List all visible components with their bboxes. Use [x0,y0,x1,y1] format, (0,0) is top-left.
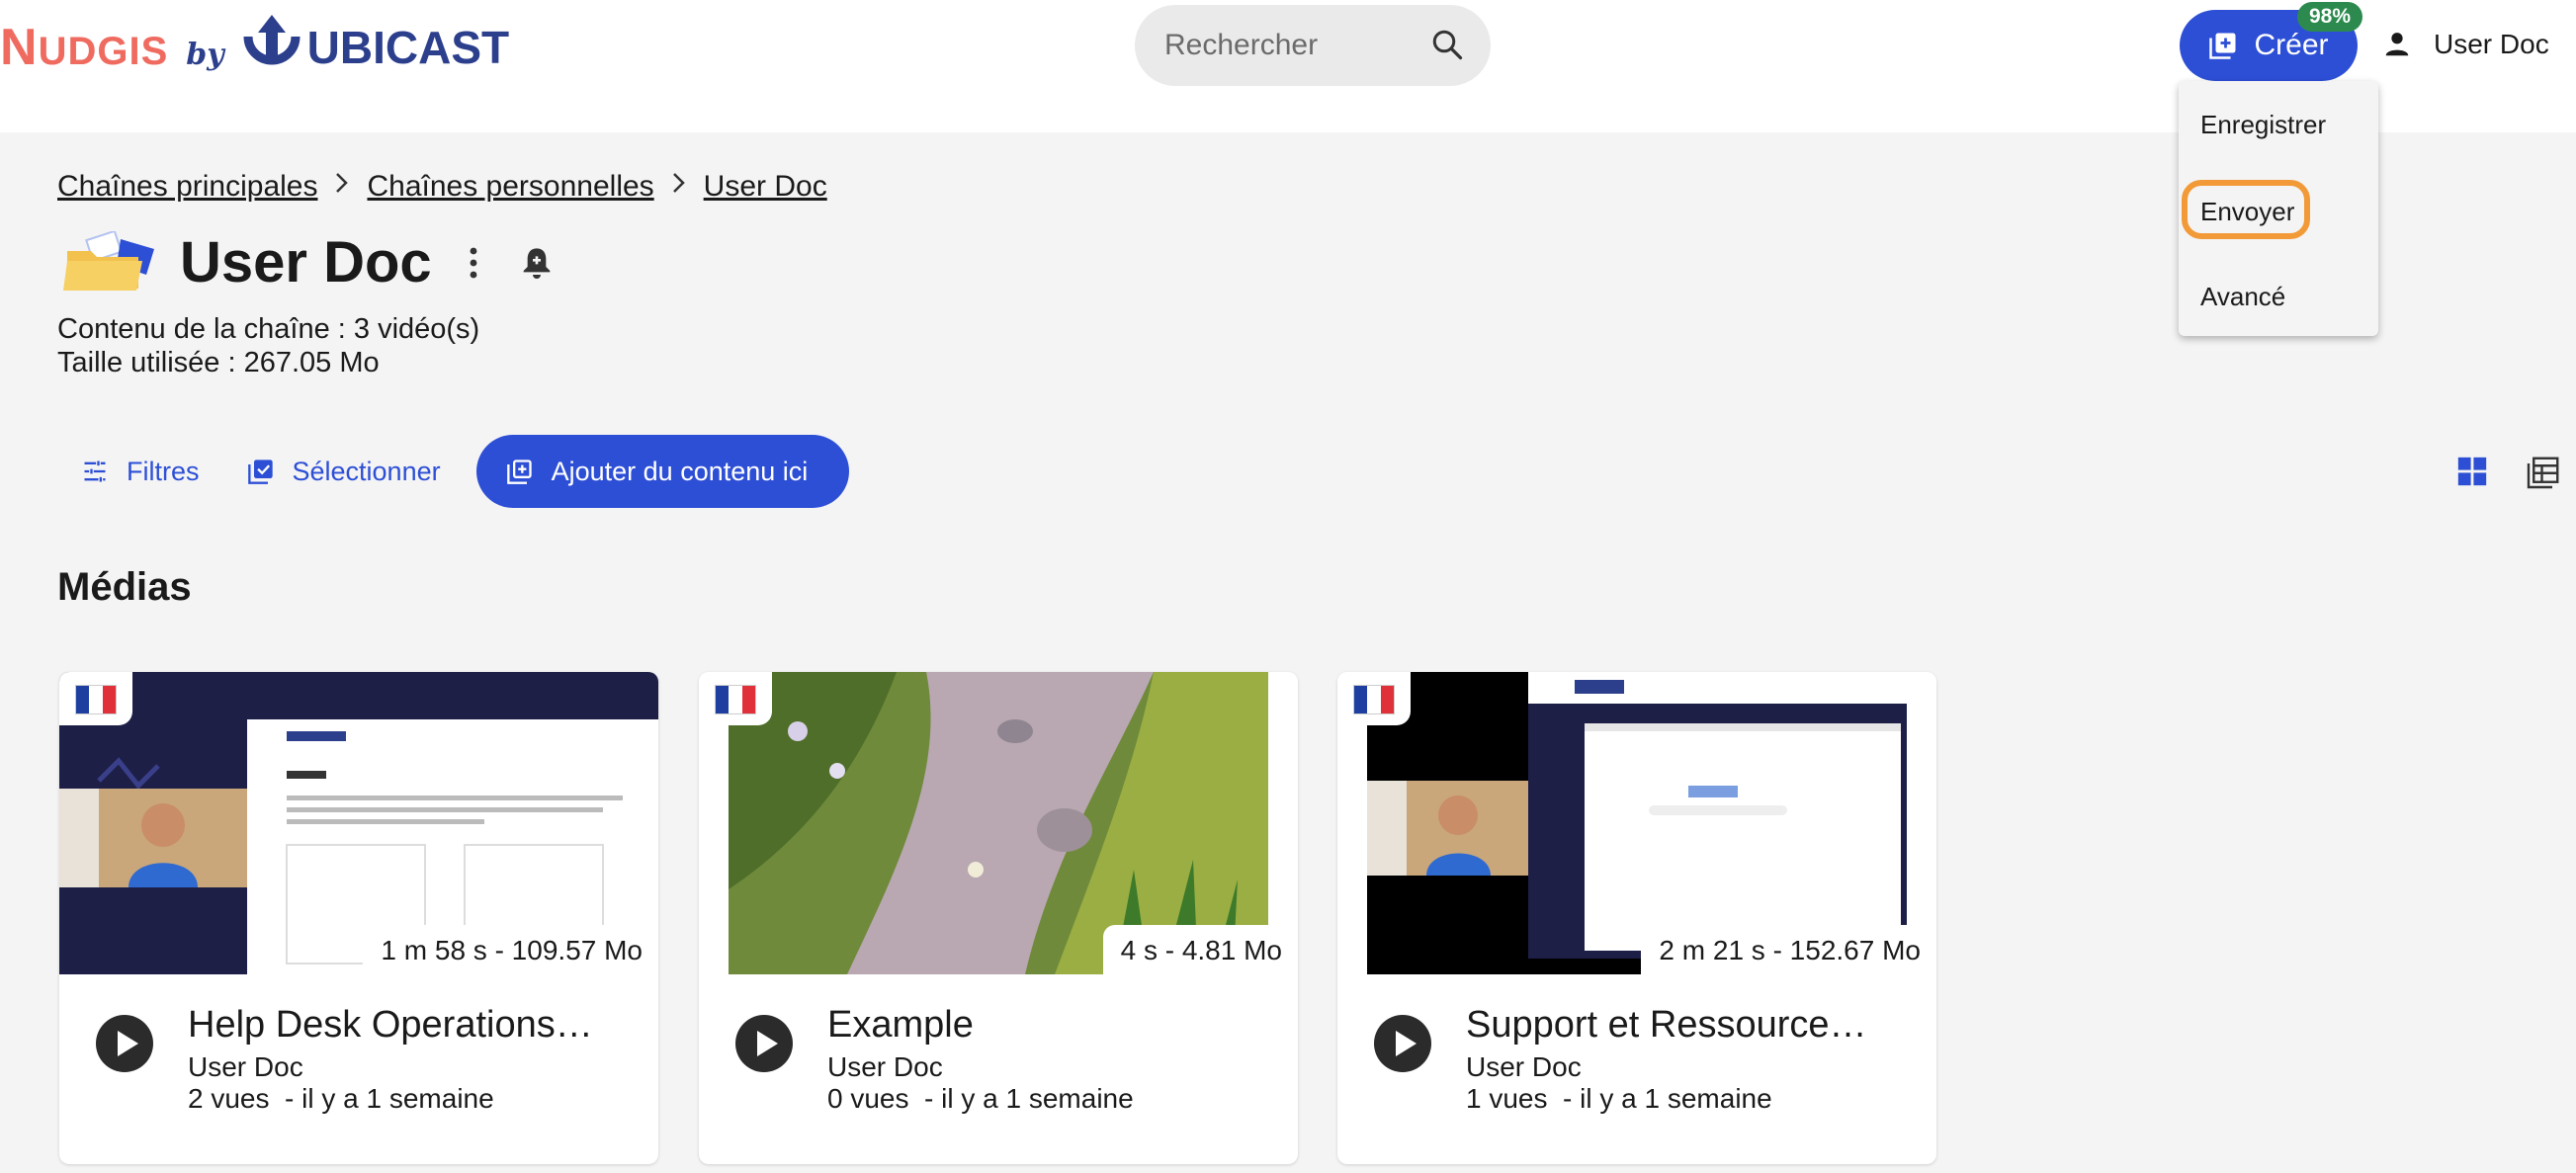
media-author: User Doc [1466,1051,1582,1082]
channel-info: Contenu de la chaîne : 3 vidéo(s) Taille… [57,312,479,379]
fr-flag-icon [75,685,117,714]
chevron-right-icon [668,170,690,204]
chevron-right-icon [331,170,353,204]
language-flag-badge [1337,672,1411,725]
language-flag-badge [59,672,132,725]
media-card[interactable]: 4 s - 4.81 Mo Example User Doc 0 vues - … [699,672,1298,1164]
duration-size-label: 4 s - 4.81 Mo [1102,925,1298,974]
media-card[interactable]: 1 m 58 s - 109.57 Mo Help Desk Operation… [59,672,658,1164]
more-vert-icon[interactable] [468,246,479,280]
create-dropdown-menu: Enregistrer Envoyer Avancé [2179,81,2378,336]
table-view-icon[interactable] [2526,455,2561,490]
duration-size-label: 1 m 58 s - 109.57 Mo [363,925,658,974]
video-thumbnail[interactable]: 1 m 58 s - 109.57 Mo [59,672,658,974]
breadcrumb-user-doc[interactable]: User Doc [704,170,827,204]
media-meta: 1 vues - il y a 1 semaine [1466,1083,1772,1114]
media-title[interactable]: Help Desk Operations… [188,1004,623,1047]
search-icon[interactable] [1429,27,1465,62]
checkbox-multiple-icon [247,460,273,484]
fr-flag-icon [1353,685,1395,714]
duration-size-label: 2 m 21 s - 152.67 Mo [1641,925,1936,974]
channel-title: User Doc [180,230,432,294]
quota-badge: 98% [2297,2,2362,32]
media-author: User Doc [827,1051,943,1082]
video-thumbnail[interactable]: 2 m 21 s - 152.67 Mo [1337,672,1936,974]
video-thumbnail[interactable]: 4 s - 4.81 Mo [699,672,1298,974]
play-icon[interactable] [95,1014,154,1073]
channel-size-used: Taille utilisée : 267.05 Mo [57,347,380,378]
menu-item-upload[interactable]: Envoyer [2200,197,2294,227]
media-title[interactable]: Example [827,1004,1262,1047]
filters-button[interactable]: Filtres [57,435,223,508]
language-flag-badge [699,672,772,725]
media-author: User Doc [188,1051,303,1082]
play-icon[interactable] [1373,1014,1432,1073]
media-title[interactable]: Support et Ressource… [1466,1004,1901,1047]
add-box-icon [2209,33,2236,59]
user-menu[interactable]: User Doc [2382,20,2549,69]
search-box[interactable] [1135,5,1491,86]
media-card-body: Help Desk Operations… User Doc 2 vues - … [59,974,658,1164]
media-card-body: Example User Doc 0 vues - il y a 1 semai… [699,974,1298,1164]
media-card[interactable]: 2 m 21 s - 152.67 Mo Support et Ressourc… [1337,672,1936,1164]
logo-by: by [186,37,224,72]
nudgis-ubicast-logo[interactable]: NUDGIS by UBICAST [0,8,509,87]
select-button[interactable]: Sélectionner [223,435,465,508]
logo-ubicast: UBICAST [242,15,509,80]
folder-channel-icon [63,230,154,291]
section-title-media: Médias [57,565,192,609]
play-icon[interactable] [734,1014,794,1073]
add-content-button[interactable]: Ajouter du contenu ici [475,435,850,508]
logo-nudgis: NUDGIS [0,19,169,76]
notification-bell-icon[interactable] [521,245,553,281]
breadcrumb-personal-channels[interactable]: Chaînes personnelles [367,170,653,204]
user-name: User Doc [2434,29,2549,59]
tune-icon [84,461,106,482]
media-card-body: Support et Ressource… User Doc 1 vues - … [1337,974,1936,1164]
ubicast-mark-icon [243,15,301,65]
channel-toolbar: Filtres Sélectionner Ajouter du contenu … [57,435,850,508]
menu-item-record[interactable]: Enregistrer [2200,110,2326,140]
person-icon [2385,33,2409,56]
media-meta: 2 vues - il y a 1 semaine [188,1083,494,1114]
fr-flag-icon [715,685,756,714]
grid-view-icon[interactable] [2455,455,2489,488]
breadcrumb-main-channels[interactable]: Chaînes principales [57,170,317,204]
menu-item-advanced[interactable]: Avancé [2200,282,2285,312]
channel-header: User Doc [61,229,553,295]
add-box-icon [506,460,532,484]
channel-content-count: Contenu de la chaîne : 3 vidéo(s) [57,313,480,345]
breadcrumb: Chaînes principales Chaînes personnelles… [57,170,827,204]
media-meta: 0 vues - il y a 1 semaine [827,1083,1134,1114]
search-input[interactable] [1162,28,1414,63]
